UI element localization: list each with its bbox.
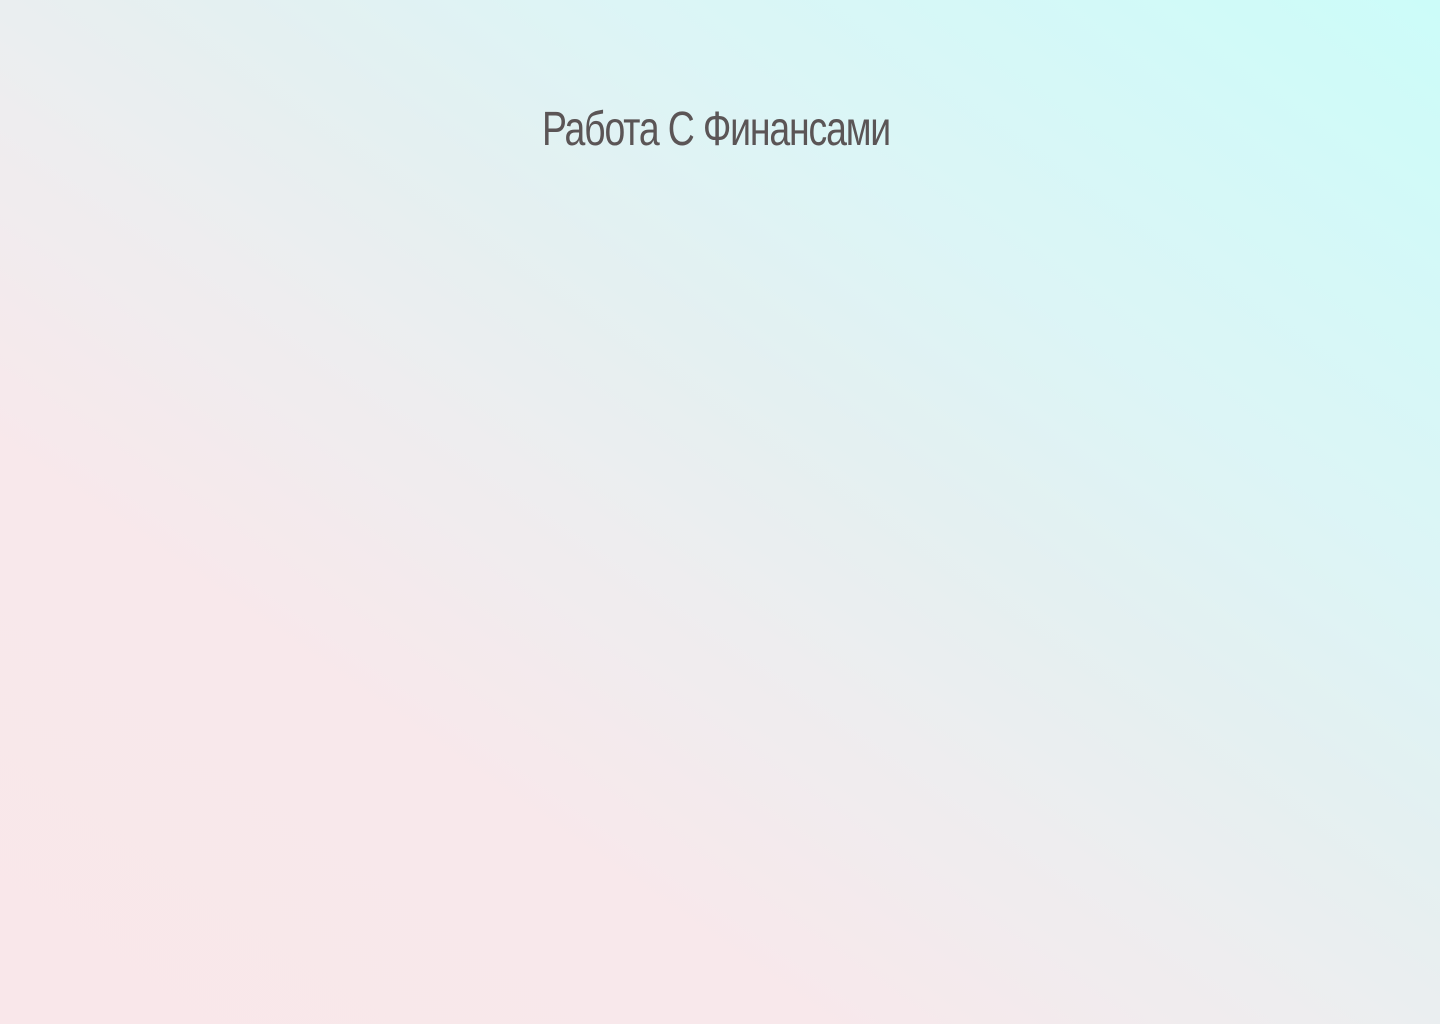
page-background: Работа С Финансами: [0, 0, 1440, 1024]
page-title: Работа С Финансами: [541, 103, 891, 156]
